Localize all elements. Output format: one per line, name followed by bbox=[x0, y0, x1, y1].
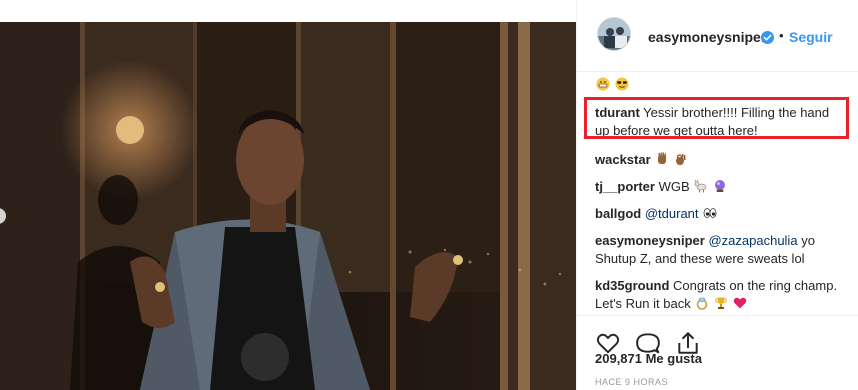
comment-mention[interactable]: @tdurant bbox=[645, 206, 699, 221]
comment-item: easymoneysniper @zazapachulia yo Shutup … bbox=[595, 232, 857, 268]
comment-username[interactable]: wackstar bbox=[595, 152, 651, 167]
post-actions bbox=[577, 315, 858, 354]
post-header: easymoneysniper • Seguir bbox=[577, 0, 858, 72]
comment-text: WGB bbox=[658, 179, 690, 194]
post-photo-graphic bbox=[0, 22, 576, 390]
comment-text: Congrats on the ring champ. bbox=[673, 278, 838, 293]
follow-button[interactable]: Seguir bbox=[789, 29, 833, 45]
red-heart-emoji bbox=[733, 297, 746, 309]
trophy-emoji bbox=[715, 297, 727, 309]
comment-username[interactable]: tj__porter bbox=[595, 179, 655, 194]
comment-username[interactable]: ballgod bbox=[595, 206, 641, 221]
goat-emoji bbox=[694, 179, 707, 193]
top-strip bbox=[0, 0, 576, 22]
separator-dot: • bbox=[779, 28, 784, 43]
comment-text: yo bbox=[801, 233, 815, 248]
comment-item: tj__porter WGB bbox=[595, 178, 857, 196]
post-username[interactable]: easymoneysniper bbox=[648, 29, 766, 45]
ring-emoji bbox=[697, 297, 708, 310]
comment-text-line2: Shutup Z, and these were sweats lol bbox=[595, 251, 805, 266]
comment-mention[interactable]: @zazapachulia bbox=[708, 233, 797, 248]
grinning-face-emoji bbox=[596, 77, 610, 91]
comment-item: ballgod @tdurant bbox=[595, 205, 857, 223]
likes-count[interactable]: 209,871 Me gusta bbox=[595, 351, 702, 366]
comment-item: wackstar bbox=[595, 151, 857, 169]
highlight-box bbox=[584, 97, 849, 139]
avatar-image bbox=[598, 18, 630, 50]
crystal-ball-emoji bbox=[714, 180, 725, 192]
user-avatar[interactable] bbox=[597, 17, 631, 51]
comment-item: kd35ground Congrats on the ring champ. L… bbox=[595, 277, 857, 313]
comment-username[interactable]: easymoneysniper bbox=[595, 233, 705, 248]
eyes-emoji bbox=[703, 208, 717, 218]
post-timestamp[interactable]: HACE 9 HORAS bbox=[595, 377, 668, 387]
verified-badge-icon bbox=[761, 31, 774, 44]
post-sidebar: easymoneysniper • Seguir tdurant Yessir … bbox=[576, 0, 858, 390]
sunglasses-face-emoji bbox=[615, 77, 629, 91]
raised-hand-emoji bbox=[658, 152, 667, 164]
ok-hand-emoji bbox=[675, 154, 686, 165]
post-photo[interactable] bbox=[0, 22, 576, 390]
comment-emoji-row bbox=[595, 76, 857, 94]
comment-text-line2: Let's Run it back bbox=[595, 296, 691, 311]
comment-username[interactable]: kd35ground bbox=[595, 278, 669, 293]
